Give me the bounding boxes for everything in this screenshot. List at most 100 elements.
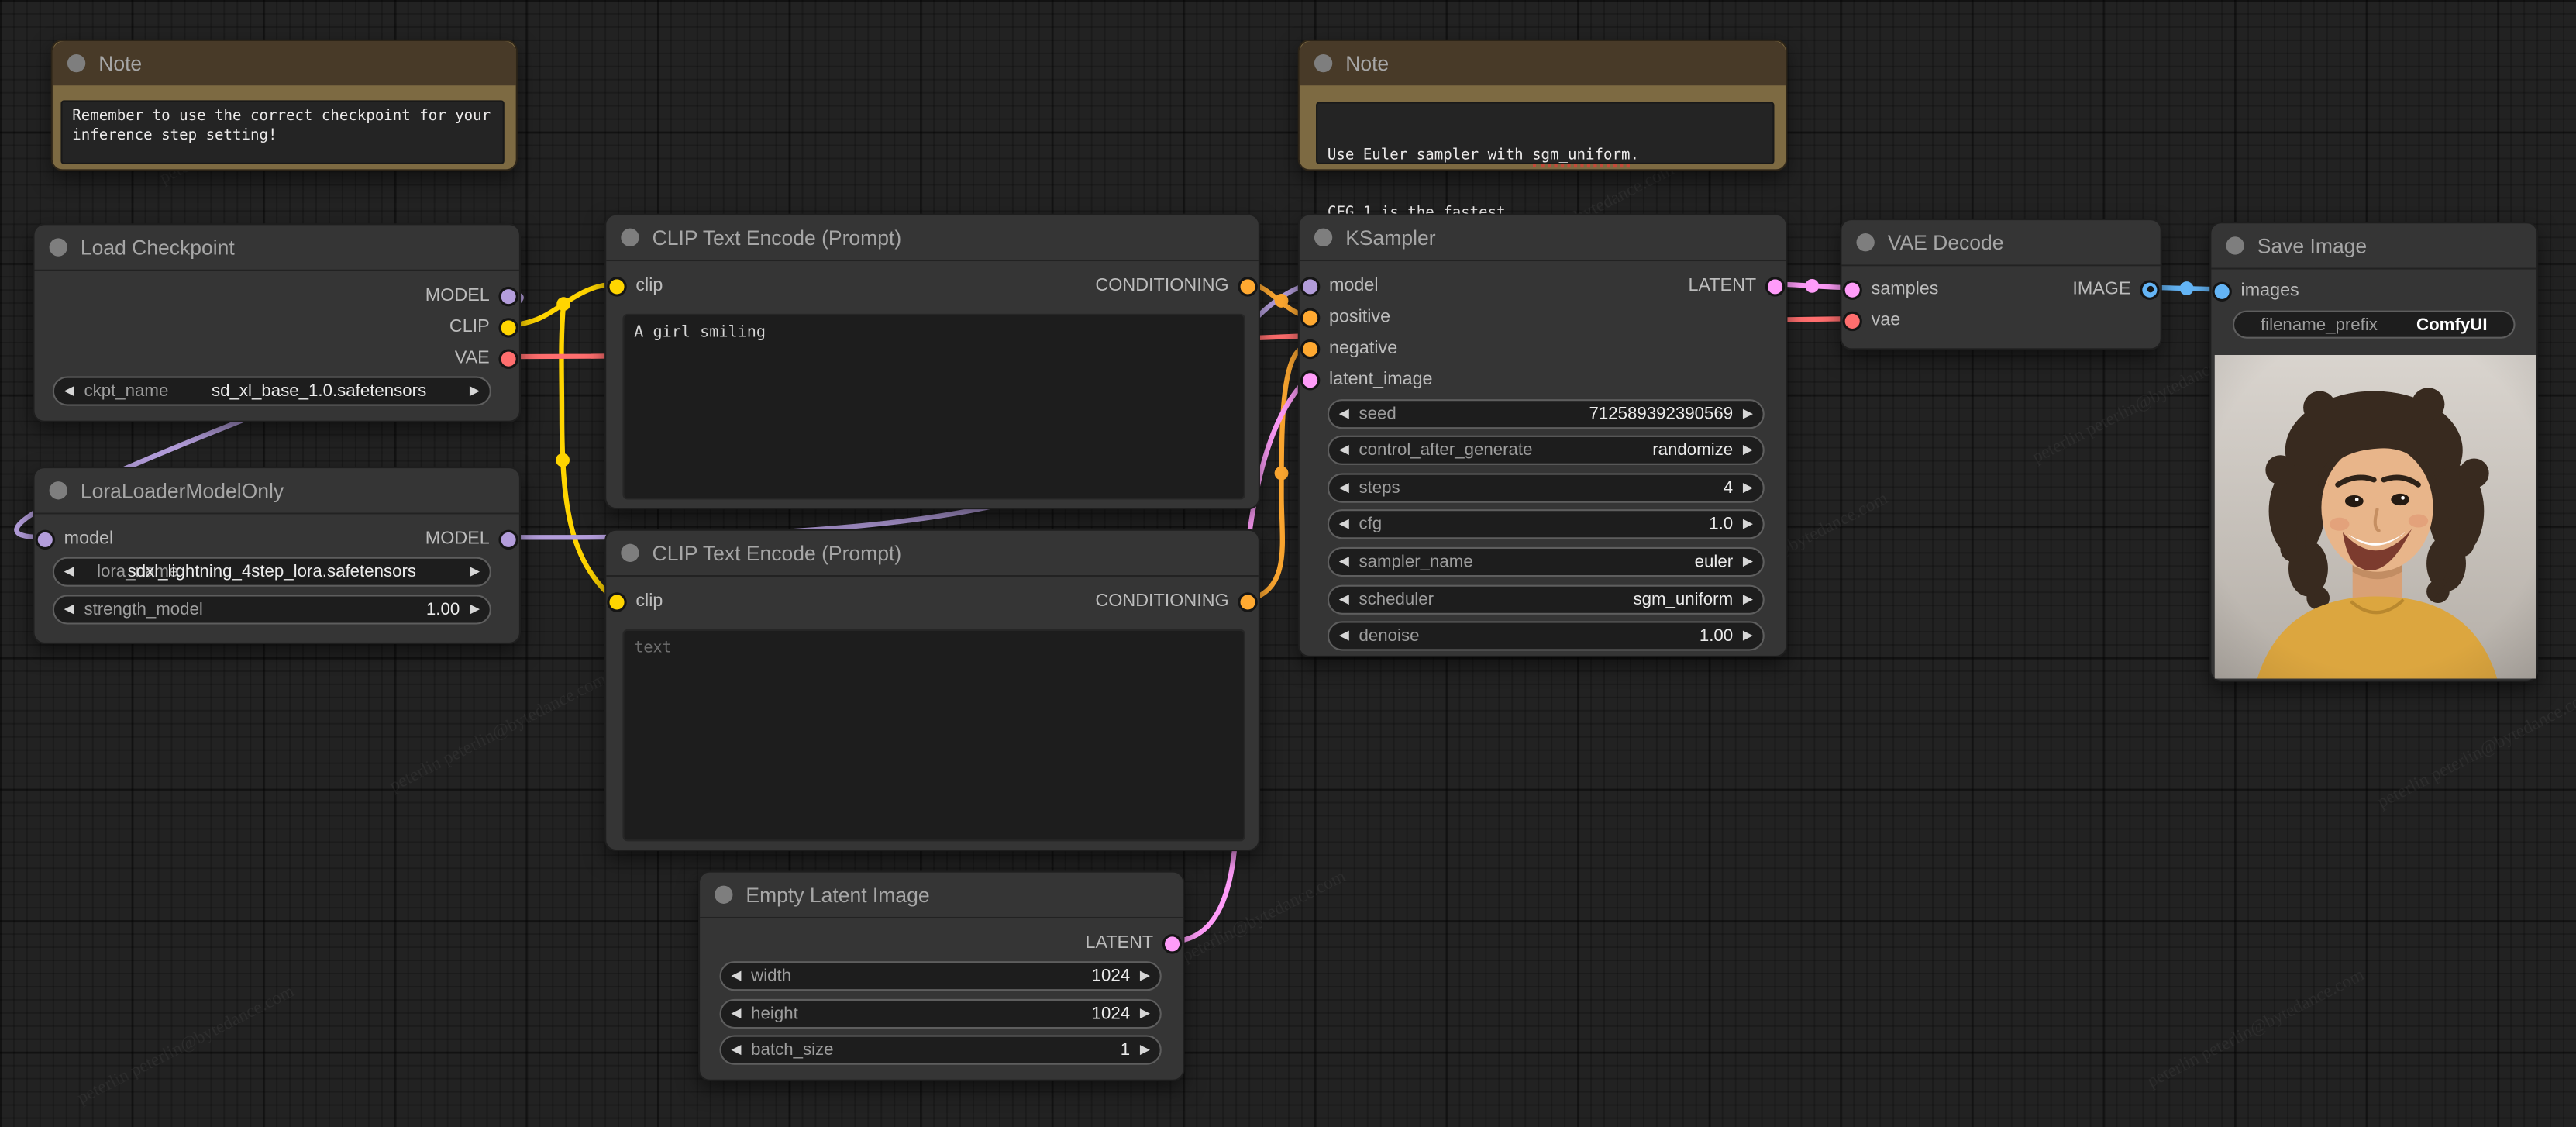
port-dot-latent[interactable]: [1768, 278, 1783, 294]
decrement-arrow-icon[interactable]: ◀: [731, 1043, 741, 1056]
node-header[interactable]: LoraLoaderModelOnly: [34, 468, 519, 515]
port-dot-latent[interactable]: [1165, 936, 1180, 951]
increment-arrow-icon[interactable]: ▶: [1140, 1043, 1150, 1056]
port-dot-latent[interactable]: [1303, 372, 1318, 388]
increment-arrow-icon[interactable]: ▶: [1743, 407, 1753, 421]
node-load-checkpoint[interactable]: Load Checkpoint MODEL CLIP VAE ◀ ckpt_na…: [33, 223, 522, 422]
port-out-model[interactable]: MODEL: [414, 284, 516, 308]
widget-sampler-name[interactable]: ◀ sampler_name euler ▶: [1327, 546, 1765, 577]
port-dot-conditioning[interactable]: [1303, 309, 1318, 325]
collapse-dot-icon[interactable]: [49, 481, 67, 500]
node-header[interactable]: CLIP Text Encode (Prompt): [606, 531, 1259, 577]
node-header[interactable]: VAE Decode: [1841, 220, 2161, 267]
note-text[interactable]: Use Euler sampler with sgm_uniform. CFG …: [1316, 102, 1775, 221]
decrement-arrow-icon[interactable]: ◀: [1339, 517, 1349, 531]
decrement-arrow-icon[interactable]: ◀: [1339, 592, 1349, 606]
decrement-arrow-icon[interactable]: ◀: [1339, 443, 1349, 457]
collapse-dot-icon[interactable]: [67, 53, 86, 73]
node-header[interactable]: Load Checkpoint: [34, 225, 519, 271]
widget-height[interactable]: ◀ height 1024 ▶: [719, 998, 1162, 1029]
node-header[interactable]: Empty Latent Image: [700, 873, 1183, 919]
increment-arrow-icon[interactable]: ▶: [470, 602, 480, 616]
decrement-arrow-icon[interactable]: ◀: [1339, 629, 1349, 643]
widget-scheduler[interactable]: ◀ scheduler sgm_uniform ▶: [1327, 584, 1765, 615]
widget-control-after-generate[interactable]: ◀ control_after_generate randomize ▶: [1327, 435, 1765, 465]
port-dot-clip[interactable]: [609, 594, 625, 609]
port-in-samples[interactable]: samples: [1844, 277, 1951, 301]
port-in-clip[interactable]: clip: [609, 590, 674, 613]
port-out-model[interactable]: MODEL: [414, 527, 516, 550]
node-header[interactable]: Save Image: [2211, 223, 2537, 270]
increment-arrow-icon[interactable]: ▶: [1743, 481, 1753, 495]
increment-arrow-icon[interactable]: ▶: [470, 564, 480, 578]
port-dot-model[interactable]: [501, 531, 516, 546]
port-dot-latent[interactable]: [1844, 281, 1860, 297]
node-ksampler[interactable]: KSampler model positive negative latent_…: [1297, 213, 1788, 657]
decrement-arrow-icon[interactable]: ◀: [1339, 481, 1349, 495]
prompt-textarea[interactable]: A girl smiling: [622, 313, 1245, 500]
port-dot-vae[interactable]: [1844, 312, 1860, 328]
prompt-textarea[interactable]: [622, 629, 1245, 842]
node-clip-text-encode-positive[interactable]: CLIP Text Encode (Prompt) clip CONDITION…: [604, 213, 1260, 510]
port-out-conditioning[interactable]: CONDITIONING: [1084, 590, 1255, 613]
widget-seed[interactable]: ◀ seed 712589392390569 ▶: [1327, 399, 1765, 429]
widget-lora-name[interactable]: ◀ lora_name sdxl_lightning_4step_lora.sa…: [52, 557, 491, 587]
widget-filename-prefix[interactable]: filename_prefix ComfyUI: [2232, 310, 2516, 339]
port-in-model[interactable]: model: [1303, 274, 1390, 298]
increment-arrow-icon[interactable]: ▶: [1140, 1006, 1150, 1020]
port-in-positive[interactable]: positive: [1303, 305, 1402, 329]
widget-denoise[interactable]: ◀ denoise 1.00 ▶: [1327, 621, 1765, 651]
port-dot-conditioning[interactable]: [1240, 278, 1255, 294]
widget-strength-model[interactable]: ◀ strength_model 1.00 ▶: [52, 595, 491, 625]
collapse-dot-icon[interactable]: [1314, 228, 1333, 246]
node-header[interactable]: Note: [1299, 40, 1786, 86]
port-dot-model[interactable]: [501, 288, 516, 304]
port-dot-conditioning[interactable]: [1240, 594, 1255, 609]
increment-arrow-icon[interactable]: ▶: [1743, 629, 1753, 643]
graph-canvas[interactable]: peterlin peterlin@bytedance.com peterlin…: [0, 0, 2576, 1127]
port-in-negative[interactable]: negative: [1303, 337, 1409, 360]
node-header[interactable]: Note: [52, 40, 516, 86]
increment-arrow-icon[interactable]: ▶: [470, 384, 480, 398]
port-dot-clip[interactable]: [609, 278, 625, 294]
collapse-dot-icon[interactable]: [1856, 233, 1875, 252]
decrement-arrow-icon[interactable]: ◀: [731, 969, 741, 983]
node-header[interactable]: KSampler: [1299, 215, 1786, 262]
port-in-vae[interactable]: vae: [1844, 309, 1912, 333]
node-note-1[interactable]: Note Remember to use the correct checkpo…: [50, 39, 518, 171]
increment-arrow-icon[interactable]: ▶: [1140, 969, 1150, 983]
collapse-dot-icon[interactable]: [621, 543, 639, 563]
port-in-model[interactable]: model: [37, 527, 125, 550]
decrement-arrow-icon[interactable]: ◀: [64, 384, 74, 398]
widget-steps[interactable]: ◀ steps 4 ▶: [1327, 473, 1765, 503]
port-out-latent[interactable]: LATENT: [1677, 274, 1783, 298]
collapse-dot-icon[interactable]: [1314, 53, 1333, 73]
decrement-arrow-icon[interactable]: ◀: [64, 602, 74, 616]
node-note-2[interactable]: Note Use Euler sampler with sgm_uniform.…: [1297, 39, 1788, 221]
widget-cfg[interactable]: ◀ cfg 1.0 ▶: [1327, 509, 1765, 539]
port-dot-image[interactable]: [2142, 281, 2158, 297]
collapse-dot-icon[interactable]: [715, 885, 733, 904]
port-dot-clip[interactable]: [501, 319, 516, 335]
port-out-clip[interactable]: CLIP: [438, 315, 516, 339]
collapse-dot-icon[interactable]: [2226, 236, 2244, 255]
collapse-dot-icon[interactable]: [621, 228, 639, 246]
decrement-arrow-icon[interactable]: ◀: [1339, 407, 1349, 421]
increment-arrow-icon[interactable]: ▶: [1743, 592, 1753, 606]
decrement-arrow-icon[interactable]: ◀: [1339, 554, 1349, 569]
increment-arrow-icon[interactable]: ▶: [1743, 554, 1753, 569]
node-save-image[interactable]: Save Image images filename_prefix ComfyU…: [2209, 222, 2539, 682]
node-empty-latent-image[interactable]: Empty Latent Image LATENT ◀ width 1024 ▶…: [697, 870, 1185, 1081]
port-in-images[interactable]: images: [2214, 279, 2311, 302]
port-out-image[interactable]: IMAGE: [2061, 277, 2158, 301]
port-dot-model[interactable]: [37, 531, 53, 546]
node-vae-decode[interactable]: VAE Decode samples vae IMAGE: [1840, 218, 2162, 350]
port-dot-image[interactable]: [2214, 283, 2230, 298]
widget-batch-size[interactable]: ◀ batch_size 1 ▶: [719, 1035, 1162, 1065]
port-in-clip[interactable]: clip: [609, 274, 674, 298]
increment-arrow-icon[interactable]: ▶: [1743, 443, 1753, 457]
port-out-conditioning[interactable]: CONDITIONING: [1084, 274, 1255, 298]
node-lora-loader[interactable]: LoraLoaderModelOnly model MODEL ◀ lora_n…: [33, 467, 522, 645]
port-dot-conditioning[interactable]: [1303, 340, 1318, 356]
port-dot-model[interactable]: [1303, 278, 1318, 294]
